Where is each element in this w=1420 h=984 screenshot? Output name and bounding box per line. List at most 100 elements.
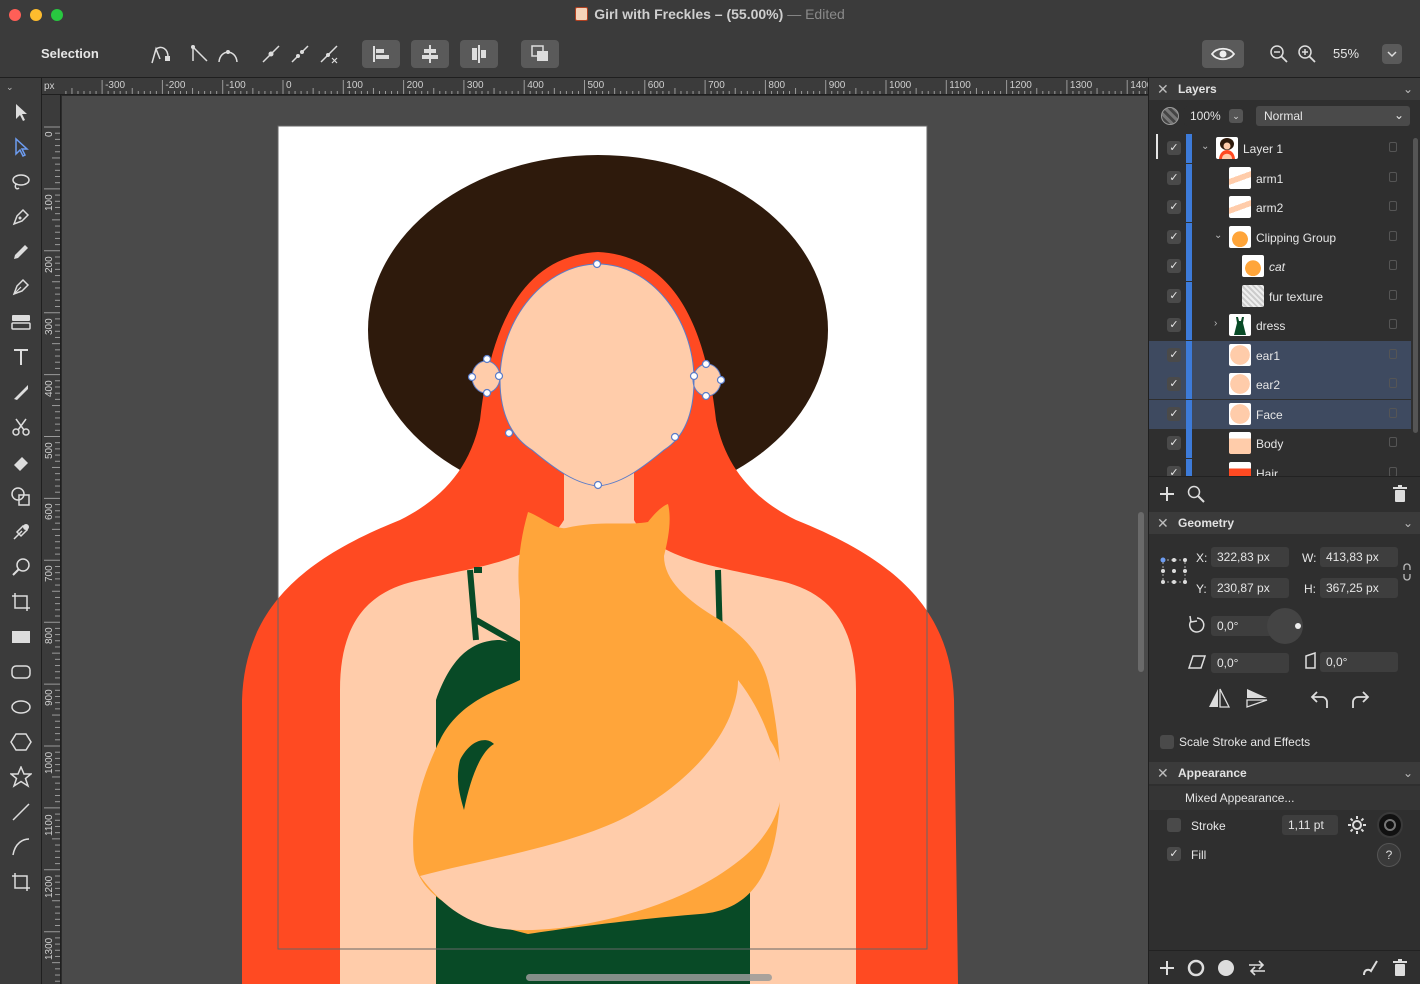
eraser-tool[interactable] [8,449,34,475]
lasso-tool[interactable] [8,169,34,195]
chevron-down-icon[interactable]: ⌄ [1214,230,1222,241]
smooth-point-button[interactable] [215,40,241,68]
layer-visibility-checkbox[interactable]: ✓ [1167,170,1181,185]
rotation-dial[interactable] [1267,608,1303,644]
layer-row[interactable]: ✓ ear2 [1149,370,1411,399]
fill-checkbox[interactable]: ✓ [1167,847,1181,861]
add-fill-icon[interactable] [1217,959,1235,977]
shear-field[interactable]: 0,0° [1320,652,1398,672]
zoom-in-button[interactable] [1296,40,1318,68]
layer-row[interactable]: ✓ Face [1149,399,1411,429]
skew-field[interactable]: 0,0° [1211,653,1289,673]
zoom-out-button[interactable] [1268,40,1290,68]
horizontal-ruler[interactable]: px -300 -200 -100 0 100 200 300 400 500 600 700 800… [42,78,1148,95]
layer-row[interactable]: ✓ ⌄ Layer 1 [1149,134,1411,163]
align-center-button[interactable] [411,40,449,68]
layer-row[interactable]: ✓ fur texture [1149,281,1411,311]
distribute-button[interactable] [460,40,498,68]
selection-tool[interactable] [8,99,34,125]
tools-collapse-icon[interactable]: ⌄ [6,82,14,93]
chevron-down-icon[interactable]: ⌄ [1201,141,1209,152]
chevron-down-icon[interactable]: ⌄ [1403,516,1413,530]
stroke-color-well[interactable] [1377,812,1403,838]
close-icon[interactable]: ✕ [1157,765,1169,782]
polygon-tool[interactable] [8,729,34,755]
stroke-checkbox[interactable] [1167,818,1181,832]
appearance-panel-header[interactable]: ✕ Appearance ⌄ [1149,762,1420,784]
layer-visibility-checkbox[interactable]: ✓ [1167,465,1181,476]
add-layer-icon[interactable] [1159,486,1175,502]
align-left-button[interactable] [362,40,400,68]
lock-icon[interactable] [1389,260,1397,270]
crop-tool[interactable] [8,869,34,895]
subselect-tool-button[interactable] [146,40,174,68]
layer-visibility-checkbox[interactable]: ✓ [1167,406,1181,421]
rotate-right-icon[interactable] [1349,688,1371,710]
vertical-scrollbar[interactable] [1138,512,1144,672]
x-field[interactable]: 322,83 px [1211,547,1289,567]
layer-visibility-checkbox[interactable]: ✓ [1167,318,1181,332]
layer-visibility-checkbox[interactable]: ✓ [1167,288,1181,303]
eyedropper-tool[interactable] [8,519,34,545]
search-icon[interactable] [1187,485,1205,503]
layer-row[interactable]: ✓ ear1 [1149,340,1411,370]
layer-list-scrollbar[interactable] [1413,138,1418,433]
rounded-rectangle-tool[interactable] [8,659,34,685]
scale-stroke-checkbox[interactable] [1160,735,1174,749]
break-path-button[interactable] [288,40,312,68]
join-path-button[interactable] [259,40,283,68]
layer-visibility-checkbox[interactable]: ✓ [1167,347,1181,362]
trash-icon[interactable] [1393,959,1407,977]
layer-list[interactable]: ✓ ⌄ Layer 1 ✓ arm1 ✓ arm2 ✓ ⌄ Clipping Group ✓ cat ✓… [1149,134,1420,476]
clear-appearance-icon[interactable] [1361,959,1379,977]
geometry-panel-header[interactable]: ✕ Geometry ⌄ [1149,512,1420,534]
layer-row[interactable]: ✓ arm1 [1149,163,1411,193]
layer-visibility-checkbox[interactable]: ✓ [1167,229,1181,244]
shape-builder-tool[interactable] [8,484,34,510]
layer-row[interactable]: ✓ Body [1149,429,1411,458]
lock-icon[interactable] [1389,230,1397,241]
layer-visibility-checkbox[interactable]: ✓ [1167,377,1181,391]
chevron-down-icon[interactable]: ⌄ [1403,766,1413,780]
lock-icon[interactable] [1389,289,1397,300]
reference-point-icon[interactable] [1159,556,1189,586]
lock-icon[interactable] [1389,348,1397,359]
ellipse-tool[interactable] [8,694,34,720]
layer-row[interactable]: ✓ arm2 [1149,193,1411,222]
w-field[interactable]: 413,83 px [1320,547,1398,567]
star-tool[interactable] [8,764,34,790]
chevron-right-icon[interactable]: › [1214,318,1217,329]
pen-tool[interactable] [8,204,34,230]
arrange-button[interactable] [521,40,559,68]
layers-panel-header[interactable]: ✕ Layers ⌄ [1149,78,1420,100]
vertical-ruler[interactable]: 0 100 200 300 400 500 600 700 800 900 1000 1100 1200… [42,95,61,984]
lock-icon[interactable] [1389,437,1397,447]
rotate-left-icon[interactable] [1309,688,1331,710]
y-field[interactable]: 230,87 px [1211,578,1289,598]
layer-row[interactable]: ✓ cat [1149,252,1411,281]
rectangle-tool[interactable] [8,624,34,650]
fill-tool[interactable] [8,309,34,335]
pencil-tool[interactable] [8,239,34,265]
layer-visibility-checkbox[interactable]: ✓ [1167,141,1181,155]
close-icon[interactable]: ✕ [1157,515,1169,532]
layer-row[interactable]: ✓ Hair [1149,458,1411,476]
layer-row[interactable]: ✓ ⌄ Clipping Group [1149,222,1411,252]
h-field[interactable]: 367,25 px [1320,578,1398,598]
lock-icon[interactable] [1389,378,1397,388]
lock-icon[interactable] [1389,466,1397,476]
line-tool[interactable] [8,799,34,825]
canvas[interactable] [62,96,1148,984]
layer-visibility-checkbox[interactable]: ✓ [1167,200,1181,214]
layer-visibility-checkbox[interactable]: ✓ [1167,259,1181,273]
subselection-tool[interactable] [8,134,34,160]
view-mode-button[interactable] [1202,40,1244,68]
artwork[interactable] [62,96,1148,984]
brush-tool[interactable] [8,274,34,300]
lock-icon[interactable] [1389,142,1397,152]
corner-point-button[interactable] [188,40,212,68]
opacity-dropdown[interactable]: ⌄ [1229,109,1243,123]
lock-icon[interactable] [1389,201,1397,211]
knife-tool[interactable] [8,379,34,405]
add-stroke-icon[interactable] [1187,959,1205,977]
